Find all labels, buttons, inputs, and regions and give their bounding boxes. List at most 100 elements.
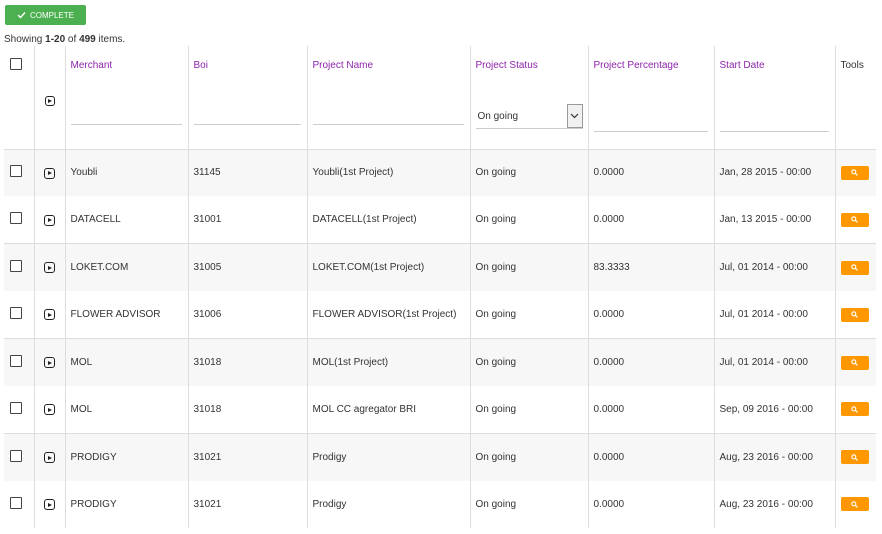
- results-summary: Showing 1-20 of 499 items.: [4, 34, 126, 45]
- search-icon: [851, 311, 858, 318]
- row-checkbox[interactable]: [10, 496, 22, 509]
- project-percentage-cell: 0.0000: [588, 196, 715, 244]
- project-percentage-filter-input[interactable]: [593, 109, 708, 132]
- project-percentage-cell: 0.0000: [588, 149, 715, 197]
- table-row: PRODIGY 31021 Prodigy On going 0.0000 Aug, 23…: [4, 480, 876, 529]
- tools-cell: [835, 291, 876, 338]
- project-name-cell: LOKET.COM(1st Project): [307, 243, 471, 292]
- sort-boi-link[interactable]: Boi: [194, 60, 208, 71]
- row-checkbox[interactable]: [10, 307, 22, 320]
- view-button[interactable]: [840, 212, 869, 227]
- merchant-cell: LOKET.COM: [65, 243, 189, 292]
- start-date-cell: Sep, 09 2016 - 00:00: [714, 385, 836, 434]
- project-percentage-cell: 0.0000: [588, 338, 715, 386]
- view-button[interactable]: [840, 450, 869, 465]
- sort-start-date-link[interactable]: Start Date: [720, 60, 765, 71]
- table-row: MOL 31018 MOL(1st Project) On going 0.0000 Ju…: [4, 338, 876, 386]
- sort-project-name-link[interactable]: Project Name: [313, 60, 374, 71]
- search-icon: [851, 169, 858, 177]
- expand-all-icon[interactable]: [44, 96, 55, 106]
- project-status-cell: On going: [470, 385, 589, 434]
- project-percentage-cell: 0.0000: [588, 385, 715, 434]
- search-icon: [851, 216, 858, 224]
- expand-row-icon[interactable]: [44, 309, 55, 321]
- expand-row-icon[interactable]: [44, 452, 55, 464]
- project-name-cell: DATACELL(1st Project): [307, 196, 471, 244]
- boi-filter-input[interactable]: [193, 102, 301, 125]
- view-button[interactable]: [840, 165, 869, 180]
- row-select-cell: [4, 385, 35, 434]
- expand-row-icon[interactable]: [44, 499, 55, 511]
- row-expand-cell: [34, 243, 66, 292]
- complete-button[interactable]: COMPLETE: [5, 5, 86, 25]
- boi-cell: 31021: [188, 480, 308, 529]
- expand-row-icon[interactable]: [44, 214, 55, 226]
- expand-header-cell: [34, 46, 66, 149]
- tools-cell: [835, 386, 876, 433]
- sort-project-percentage-link[interactable]: Project Percentage: [594, 60, 679, 71]
- boi-header: Boi: [188, 46, 308, 149]
- row-select-cell: [4, 149, 35, 197]
- row-select-cell: [4, 338, 35, 386]
- project-name-header: Project Name: [307, 46, 471, 149]
- row-checkbox[interactable]: [10, 212, 22, 225]
- project-percentage-cell: 0.0000: [588, 433, 715, 481]
- project-percentage-header: Project Percentage: [588, 46, 715, 149]
- view-button[interactable]: [840, 355, 869, 370]
- start-date-header: Start Date: [714, 46, 836, 149]
- sort-project-status-link[interactable]: Project Status: [476, 60, 538, 71]
- project-name-filter-input[interactable]: [312, 102, 464, 125]
- project-percentage-cell: 83.3333: [588, 243, 715, 292]
- chevron-down-icon: [566, 104, 583, 128]
- expand-row-icon[interactable]: [44, 357, 55, 369]
- tools-label: Tools: [840, 60, 864, 71]
- view-button[interactable]: [840, 402, 869, 417]
- tools-cell: [835, 339, 876, 386]
- project-status-cell: On going: [470, 291, 589, 339]
- boi-cell: 31001: [188, 196, 308, 244]
- expand-row-icon[interactable]: [44, 262, 55, 274]
- project-name-cell: Prodigy: [307, 433, 471, 481]
- row-checkbox[interactable]: [10, 355, 22, 367]
- merchant-cell: MOL: [65, 385, 189, 434]
- project-status-cell: On going: [470, 338, 589, 386]
- table-row: LOKET.COM 31005 LOKET.COM(1st Project) On g…: [4, 243, 876, 292]
- start-date-filter-input[interactable]: [719, 109, 829, 132]
- row-checkbox[interactable]: [10, 449, 22, 462]
- project-status-header: Project Status On going: [470, 46, 589, 149]
- tools-cell: [835, 149, 876, 196]
- tools-cell: [835, 244, 876, 291]
- project-percentage-cell: 0.0000: [588, 291, 715, 339]
- boi-cell: 31006: [188, 291, 308, 339]
- row-expand-cell: [34, 196, 66, 244]
- expand-row-icon[interactable]: [44, 167, 55, 179]
- view-button[interactable]: [840, 497, 869, 512]
- row-select-cell: [4, 196, 35, 244]
- project-name-cell: FLOWER ADVISOR(1st Project): [307, 291, 471, 339]
- tools-cell: [835, 433, 876, 480]
- search-icon: [851, 359, 858, 366]
- view-button[interactable]: [840, 307, 869, 322]
- sort-merchant-link[interactable]: Merchant: [71, 60, 113, 71]
- row-checkbox[interactable]: [10, 165, 22, 178]
- start-date-cell: Aug, 23 2016 - 00:00: [714, 480, 836, 529]
- row-select-cell: [4, 291, 35, 339]
- merchant-cell: Youbli: [65, 149, 189, 197]
- merchant-cell: PRODIGY: [65, 433, 189, 481]
- start-date-cell: Jul, 01 2014 - 00:00: [714, 291, 836, 339]
- merchant-cell: PRODIGY: [65, 480, 189, 529]
- row-checkbox[interactable]: [10, 260, 22, 273]
- start-date-cell: Jul, 01 2014 - 00:00: [714, 338, 836, 386]
- expand-row-icon[interactable]: [44, 404, 55, 416]
- select-all-cell: [4, 46, 35, 149]
- row-checkbox[interactable]: [10, 401, 22, 414]
- project-status-selected-value: On going: [477, 110, 519, 122]
- row-expand-cell: [34, 480, 66, 529]
- merchant-filter-input[interactable]: [70, 102, 182, 125]
- project-status-filter-select[interactable]: On going: [475, 104, 583, 129]
- select-all-checkbox[interactable]: [10, 58, 22, 70]
- view-button[interactable]: [840, 260, 869, 275]
- table-row: MOL 31018 MOL CC agregator BRI On going 0.00…: [4, 385, 876, 434]
- tools-cell: [835, 196, 876, 243]
- project-name-cell: Youbli(1st Project): [307, 149, 471, 197]
